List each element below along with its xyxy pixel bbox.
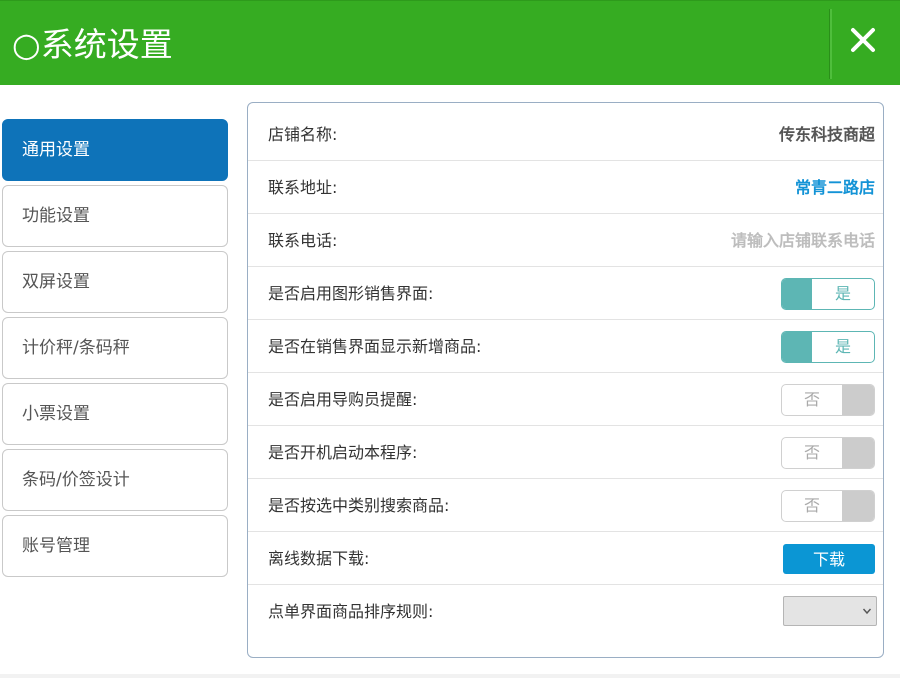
toggle-knob [842,438,874,468]
category-search-label: 是否按选中类别搜索商品: [268,496,450,515]
setting-row-sort-rule: 点单界面商品排序规则: [248,585,883,638]
sidebar-item-general[interactable]: 通用设置 [2,119,228,181]
sidebar-item-barcode-label[interactable]: 条码/价签设计 [2,449,228,511]
offline-download-label: 离线数据下载: [268,549,370,568]
sort-rule-label: 点单界面商品排序规则: [268,602,434,621]
toggle-knob [842,385,874,415]
setting-row-offline-download: 离线数据下载: 下载 [248,532,883,585]
close-icon [851,28,875,52]
address-value[interactable]: 常青二路店 [795,161,875,214]
sidebar-item-accounts[interactable]: 账号管理 [2,515,228,577]
toggle-state-label: 是 [834,284,851,303]
new-products-toggle[interactable]: 是 [781,331,875,363]
sidebar-item-receipt[interactable]: 小票设置 [2,383,228,445]
chevron-down-icon [862,608,872,615]
sort-rule-select[interactable] [783,596,877,626]
toggle-knob [782,332,812,362]
sidebar-item-features[interactable]: 功能设置 [2,185,228,247]
setting-row-graphic-ui: 是否启用图形销售界面: 是 [248,267,883,320]
close-button[interactable] [838,15,888,65]
dialog-title: ○系统设置 [12,25,173,64]
autostart-toggle[interactable]: 否 [781,437,875,469]
sidebar-item-dual-screen[interactable]: 双屏设置 [2,251,228,313]
graphic-ui-toggle[interactable]: 是 [781,278,875,310]
guide-reminder-toggle[interactable]: 否 [781,384,875,416]
setting-row-category-search: 是否按选中类别搜索商品: 否 [248,479,883,532]
store-name-label: 店铺名称: [268,125,338,144]
download-button[interactable]: 下载 [783,544,875,574]
toggle-state-label: 是 [834,337,851,356]
autostart-label: 是否开机启动本程序: [268,443,418,462]
toggle-state-label: 否 [803,496,820,515]
address-label: 联系地址: [268,178,338,197]
phone-input[interactable] [635,226,875,254]
toggle-knob [782,279,812,309]
category-search-toggle[interactable]: 否 [781,490,875,522]
graphic-ui-label: 是否启用图形销售界面: [268,284,434,303]
setting-row-phone: 联系电话: [248,214,883,267]
setting-row-new-products: 是否在销售界面显示新增商品: 是 [248,320,883,373]
bottom-edge [0,674,900,678]
toggle-state-label: 否 [803,443,820,462]
toggle-knob [842,491,874,521]
setting-row-autostart: 是否开机启动本程序: 否 [248,426,883,479]
toggle-state-label: 否 [803,390,820,409]
setting-row-store-name: 店铺名称: 传东科技商超 [248,108,883,161]
guide-reminder-label: 是否启用导购员提醒: [268,390,418,409]
sidebar-item-scales[interactable]: 计价秤/条码秤 [2,317,228,379]
new-products-label: 是否在销售界面显示新增商品: [268,337,482,356]
setting-row-guide-reminder: 是否启用导购员提醒: 否 [248,373,883,426]
settings-panel: 店铺名称: 传东科技商超 联系地址: 常青二路店 联系电话: 是否启用图形销售界… [247,102,884,658]
setting-row-address: 联系地址: 常青二路店 [248,161,883,214]
dialog-header: ○系统设置 [0,0,900,85]
phone-label: 联系电话: [268,231,338,250]
store-name-value[interactable]: 传东科技商超 [779,108,875,161]
header-divider [829,9,832,79]
